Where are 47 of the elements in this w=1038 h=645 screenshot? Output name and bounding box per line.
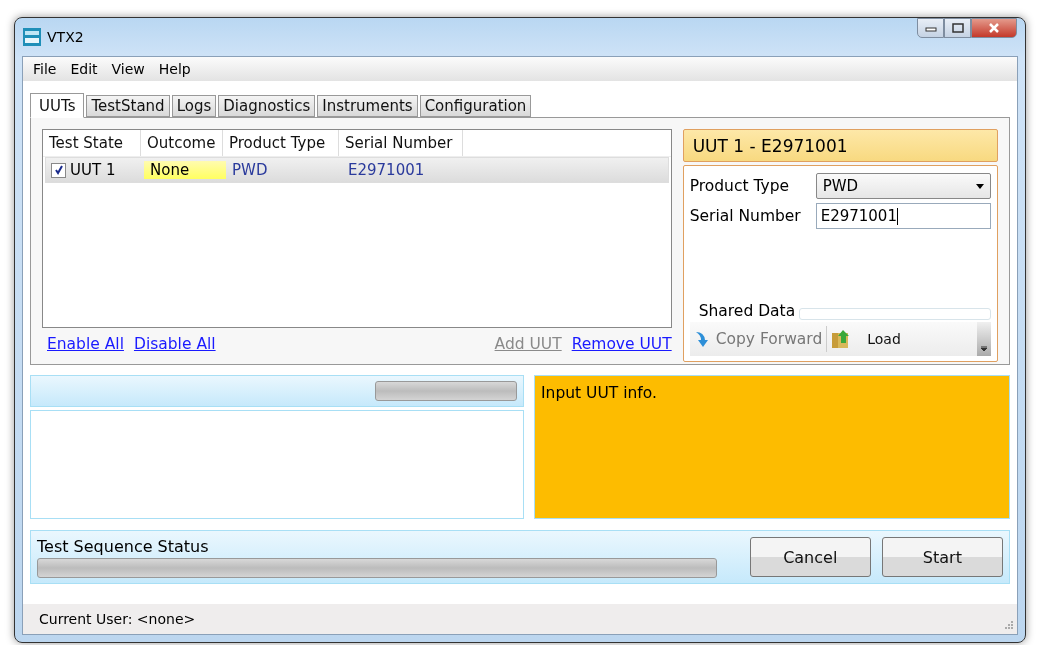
close-icon <box>988 23 1000 33</box>
table-row[interactable]: UUT 1 None PWD E2971001 <box>45 157 669 183</box>
table-cell-text: E2971001 <box>347 161 426 179</box>
tab[interactable]: Logs <box>171 95 217 117</box>
menu-item[interactable]: File <box>33 61 57 77</box>
column-header[interactable]: Product Type <box>223 130 339 156</box>
caret-icon <box>981 346 987 352</box>
column-header[interactable]: Outcome <box>141 130 223 156</box>
column-header[interactable]: Serial Number <box>339 130 463 156</box>
menu-item[interactable]: View <box>111 61 145 77</box>
menu-item[interactable]: Edit <box>70 61 98 77</box>
field-label: Serial Number <box>689 207 802 225</box>
close-button[interactable] <box>971 18 1017 38</box>
column-header[interactable]: Test State <box>43 130 141 156</box>
load-button[interactable]: Load <box>827 329 905 349</box>
tab[interactable]: UUTs <box>30 93 85 118</box>
window-title: VTX2 <box>47 29 84 45</box>
tab[interactable]: TestStand <box>86 95 170 117</box>
serial-number-field[interactable]: E2971001 <box>815 203 991 229</box>
group-title: Shared Data <box>697 302 796 320</box>
product-type-dropdown[interactable]: PWD <box>815 173 991 199</box>
maximize-button[interactable] <box>944 18 971 38</box>
link[interactable]: Enable All <box>47 335 124 353</box>
minimize-icon <box>924 24 937 32</box>
overflow-button[interactable] <box>977 322 991 356</box>
link[interactable]: Disable All <box>133 335 216 353</box>
message-text: Input UUT info. <box>541 384 657 402</box>
current-user-text: Current User: <none> <box>39 611 196 627</box>
link[interactable]: Remove UUT <box>571 335 672 353</box>
tab[interactable]: Configuration <box>419 95 532 117</box>
logo-icon <box>23 28 41 46</box>
field-label: Product Type <box>689 177 791 195</box>
details-header: UUT 1 - E2971001 <box>682 129 998 162</box>
checkbox[interactable] <box>51 162 66 178</box>
maximize-icon <box>951 23 964 33</box>
minimize-button[interactable] <box>917 18 944 38</box>
status-label: Test Sequence Status <box>37 536 210 556</box>
table-cell: UUT 1 <box>70 161 116 179</box>
caret-icon <box>976 183 984 189</box>
table-cell: None <box>144 161 226 179</box>
menu-item[interactable]: Help <box>158 61 191 77</box>
tab[interactable]: Instruments <box>317 95 418 117</box>
action-button[interactable]: Start <box>881 537 1003 577</box>
table-cell-text: PWD <box>231 161 269 179</box>
tab[interactable]: Diagnostics <box>218 95 316 117</box>
action-button[interactable]: Cancel <box>749 537 871 577</box>
resize-grip-icon <box>1003 621 1013 631</box>
